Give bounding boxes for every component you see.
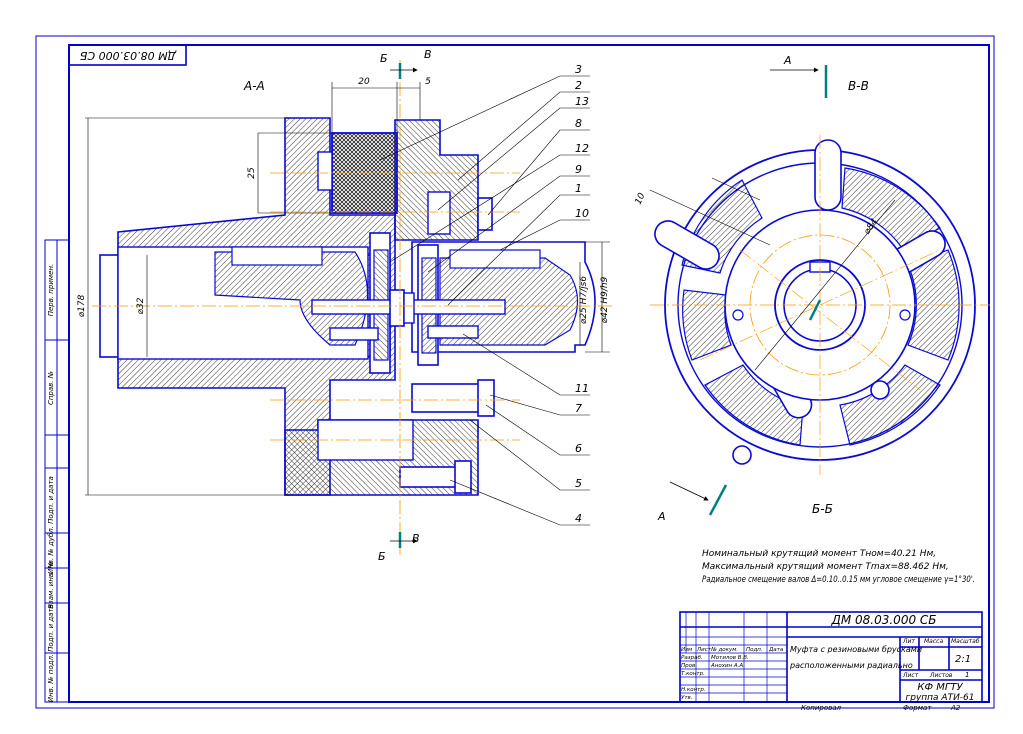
tb-sign-header: Подп.: [746, 647, 763, 653]
callout-label: 11: [575, 382, 589, 395]
cut-b-bottom: Б: [378, 550, 386, 563]
callout-label: 9: [575, 163, 582, 176]
section-aa-view: [92, 60, 612, 555]
section-bb-bottom-label: Б-Б: [812, 502, 833, 516]
note-line: Максимальный крутящий момент Tmax=88.462…: [702, 562, 949, 572]
drawing-title-line2: расположенными радиально: [789, 661, 913, 670]
dim-d178: ⌀178: [77, 294, 87, 317]
callout-label: 3: [575, 63, 582, 76]
tb-role: Разраб.: [681, 655, 703, 661]
tb-lit-header: Лит: [902, 638, 915, 645]
section-bb-view: [649, 135, 990, 475]
tb-name: Мотилов В.В.: [711, 655, 749, 661]
dim-h25: 25: [247, 167, 257, 179]
view-arrow-a-top: А: [783, 54, 792, 67]
drawing-title-line1: Муфта с резиновыми брусками: [790, 645, 922, 654]
tb-role: Пров.: [681, 663, 697, 669]
note-line: Номинальный крутящий момент Tном=40.21 Н…: [702, 549, 936, 559]
dim-d32: ⌀32: [136, 297, 146, 314]
tb-name: Анохин А.А.: [710, 663, 745, 669]
side-stamp-label: Подп. и дата: [47, 604, 55, 652]
drawing-designation: ДМ 08.03.000 СБ: [830, 613, 936, 627]
callout-label: 1: [575, 182, 582, 195]
tb-sheets-header: Листов: [929, 672, 953, 679]
cut-v-top: В: [424, 48, 432, 61]
callout-label: 12: [575, 142, 589, 155]
tb-organization: КФ МГТУ: [917, 682, 963, 693]
tb-role: Т.контр.: [681, 671, 705, 677]
dim-w5: 5: [425, 77, 431, 87]
dim-d42: ⌀42 H9/h9: [600, 276, 610, 323]
drawing-sheet: ДМ 08.03.000 СБ Перв. примен. Справ. № П…: [35, 35, 995, 712]
callout-label: 2: [575, 79, 582, 92]
tb-sheets-value: 1: [965, 671, 969, 679]
tb-role: Н.контр.: [681, 687, 706, 693]
tb-format-value: A2: [950, 704, 961, 712]
side-stamp-label: Подп. и дата: [47, 476, 55, 524]
cut-v-bottom: В: [412, 532, 420, 545]
note-line: Радиальное смещение валов Δ=0.10..0.15 м…: [702, 575, 975, 585]
callout-label: 6: [575, 442, 582, 455]
tb-izm-header: Изм: [681, 647, 692, 653]
side-stamp-label: Взам. инв. №: [47, 561, 55, 609]
tb-date-header: Дата: [768, 647, 784, 653]
section-bb-label: В-В: [848, 79, 869, 93]
side-stamp-label: Инв. № подл.: [47, 654, 55, 702]
callout-label: 5: [575, 477, 582, 490]
tb-sheet-header: Лист: [902, 672, 919, 679]
tb-scale-value: 2:1: [955, 654, 971, 665]
corner-designation: ДМ 08.03.000 СБ: [80, 49, 177, 62]
callout-label: 7: [575, 402, 582, 415]
dim-w20: 20: [358, 77, 370, 87]
side-stamp-label: Перв. примен.: [47, 264, 55, 317]
callout-label: 8: [575, 117, 582, 130]
view-arrow-a-bottom: А: [657, 510, 666, 523]
tb-list-header: Лист: [696, 647, 712, 653]
tb-group: группа АТИ-61: [906, 693, 975, 703]
tb-format-label: Формат: [903, 704, 932, 712]
tb-copied-label: Копировал: [801, 704, 842, 712]
callout-label: 4: [575, 512, 582, 525]
section-aa-label: А-А: [243, 79, 265, 93]
corner-stamp: ДМ 08.03.000 СБ: [68, 44, 187, 66]
side-stamp-label: Справ. №: [47, 371, 55, 405]
dim-d25: ⌀25 H7/js6: [579, 276, 589, 324]
tb-role: Утв.: [681, 695, 693, 701]
cut-b-top: Б: [380, 52, 388, 65]
tb-doc-header: № докум.: [710, 647, 738, 653]
tb-mass-header: Масса: [924, 638, 943, 645]
callout-label: 13: [575, 95, 589, 108]
callout-label: 10: [575, 207, 589, 220]
tb-scale-header: Масштаб: [951, 638, 980, 645]
dim-w10: 10: [634, 191, 648, 206]
